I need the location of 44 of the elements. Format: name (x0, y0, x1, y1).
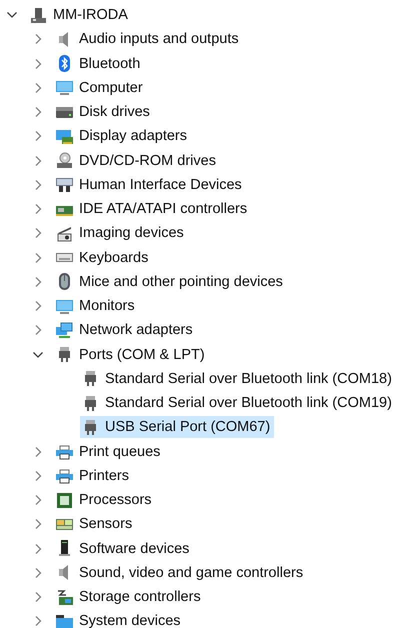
tree-item[interactable]: Mice and other pointing devices (54, 270, 287, 293)
monitor-icon (56, 79, 73, 96)
tree-item[interactable]: Imaging devices (54, 222, 188, 244)
tree-item[interactable]: Print queues (54, 440, 164, 463)
tree-item[interactable]: Standard Serial over Bluetooth link (COM19) (80, 392, 396, 414)
network-icon (56, 322, 73, 339)
tree-item[interactable]: Computer (54, 76, 147, 99)
tree-item[interactable]: Disk drives (54, 101, 154, 124)
tree-item[interactable]: USB Serial Port (COM67) (80, 416, 274, 438)
printer-icon (56, 467, 73, 484)
tree-item[interactable]: Sound, video and game controllers (54, 562, 308, 584)
mouse-icon (56, 273, 73, 290)
tree-item[interactable]: Processors (54, 489, 156, 512)
camera-icon (56, 224, 73, 242)
monitor-icon (56, 298, 73, 315)
printer-icon (56, 443, 73, 460)
tree-item[interactable]: Bluetooth (54, 52, 144, 75)
tree-item[interactable]: DVD/CD-ROM drives (54, 150, 220, 172)
tree-item[interactable]: Audio inputs and outputs (54, 28, 243, 50)
tree-item[interactable]: Software devices (54, 538, 194, 560)
tree-item[interactable]: Sensors (54, 513, 136, 536)
tree-item[interactable]: Printers (54, 464, 133, 487)
tree-item[interactable]: MM-IRODA (28, 4, 132, 26)
port-icon (82, 418, 99, 436)
tree-item[interactable]: Standard Serial over Bluetooth link (COM18) (80, 368, 396, 390)
display-adapter-icon (56, 128, 73, 145)
port-icon (82, 370, 99, 388)
tree-item[interactable]: Human Interface Devices (54, 174, 246, 196)
port-icon (56, 346, 73, 364)
server-icon (56, 540, 73, 558)
processor-icon (56, 492, 73, 509)
disc-drive-icon (56, 152, 73, 170)
tree-item[interactable]: Display adapters (54, 125, 191, 148)
tree-item[interactable]: IDE ATA/ATAPI controllers (54, 198, 252, 220)
port-icon (82, 394, 99, 412)
computer-icon (30, 6, 47, 24)
tree-item[interactable]: Ports (COM & LPT) (54, 344, 209, 366)
tree-item[interactable]: Monitors (54, 295, 139, 318)
folder-icon (56, 612, 73, 628)
bluetooth-icon (56, 55, 73, 72)
tree-item[interactable]: Keyboards (54, 246, 152, 269)
storage-controller-icon (56, 588, 73, 606)
tree-item[interactable]: Network adapters (54, 319, 197, 342)
tree-item[interactable]: Storage controllers (54, 586, 205, 608)
